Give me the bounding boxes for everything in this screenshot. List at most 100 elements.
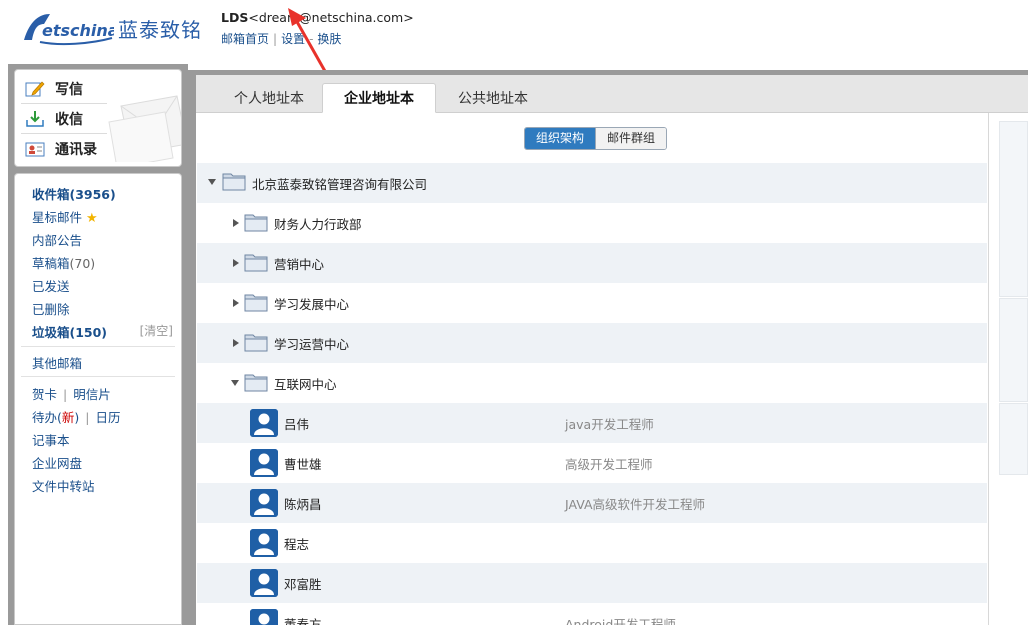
- tree-member-row[interactable]: 程志: [197, 523, 987, 563]
- user-avatar-icon: [250, 489, 278, 517]
- tree-member-row[interactable]: 曹世雄 高级开发工程师: [197, 443, 987, 483]
- user-name: LDS: [221, 10, 249, 25]
- member-title: 高级开发工程师: [565, 457, 653, 472]
- folder-icon: [244, 214, 268, 232]
- change-skin-link[interactable]: 换肤: [317, 32, 341, 46]
- receive-label: 收信: [55, 112, 83, 128]
- logo-text: 蓝泰致铭: [118, 17, 202, 42]
- user-identity: LDS<dream@netschina.com>: [221, 10, 414, 25]
- netdisk-link[interactable]: 企业网盘: [32, 453, 82, 472]
- department-label: 学习发展中心: [274, 297, 350, 312]
- nav-separator: |: [273, 32, 278, 46]
- folder-icon: [244, 374, 268, 392]
- folder-starred-label: 星标邮件: [32, 210, 83, 225]
- postcard-link[interactable]: 明信片: [73, 387, 111, 402]
- expand-arrow-icon[interactable]: [233, 299, 239, 307]
- tab-public[interactable]: 公共地址本: [440, 83, 546, 113]
- folder-drafts[interactable]: 草稿箱(70): [32, 253, 95, 272]
- contacts-button[interactable]: 通讯录: [25, 135, 97, 163]
- user-avatar-icon: [250, 409, 278, 437]
- mail-home-link[interactable]: 邮箱首页: [221, 32, 269, 46]
- calendar-link[interactable]: 日历: [96, 410, 121, 425]
- netschina-logo-icon: etschina: [24, 14, 114, 46]
- tab-personal[interactable]: 个人地址本: [216, 83, 322, 113]
- member-name: 曹世雄: [284, 457, 322, 472]
- divider: [21, 103, 107, 104]
- separator: |: [85, 410, 90, 425]
- org-tree: 北京蓝泰致铭管理咨询有限公司 财务人力行政部 营销中心 学习发展中心 学习运营中…: [197, 163, 987, 625]
- divider: [21, 346, 175, 347]
- member-name: 程志: [284, 537, 310, 552]
- member-name: 陈炳昌: [284, 497, 322, 512]
- notes-link[interactable]: 记事本: [32, 430, 70, 449]
- tree-department-row[interactable]: 学习运营中心: [197, 323, 987, 363]
- folder-sent[interactable]: 已发送: [32, 276, 70, 295]
- user-avatar-icon: [250, 449, 278, 477]
- quick-actions: 写信 收信 通讯录: [14, 69, 182, 167]
- folder-drafts-label: 草稿箱: [32, 256, 70, 271]
- compose-button[interactable]: 写信: [25, 75, 83, 103]
- user-avatar-icon: [250, 529, 278, 557]
- tree-member-row[interactable]: 陈炳昌 JAVA高级软件开发工程师: [197, 483, 987, 523]
- header-nav: 邮箱首页 | 设置 - 换肤: [221, 30, 341, 47]
- junk-clear-button[interactable]: [清空]: [140, 322, 173, 339]
- expand-arrow-icon[interactable]: [233, 259, 239, 267]
- tree-member-row[interactable]: 邓富胜: [197, 563, 987, 603]
- folder-notice[interactable]: 内部公告: [32, 230, 82, 249]
- folder-icon: [244, 294, 268, 312]
- right-panel-box: [999, 403, 1028, 475]
- tab-enterprise[interactable]: 企业地址本: [322, 83, 436, 113]
- org-structure-button[interactable]: 组织架构: [525, 128, 596, 149]
- address-book-tabs: 个人地址本 企业地址本 公共地址本: [196, 75, 1028, 113]
- tree-department-row[interactable]: 互联网中心: [197, 363, 987, 403]
- folder-icon: [222, 173, 246, 191]
- department-label: 学习运营中心: [274, 337, 350, 352]
- expand-arrow-icon[interactable]: [233, 219, 239, 227]
- member-name: 邓富胜: [284, 577, 322, 592]
- folder-deleted[interactable]: 已删除: [32, 299, 70, 318]
- tree-root-label: 北京蓝泰致铭管理咨询有限公司: [252, 177, 428, 192]
- tree-root-row[interactable]: 北京蓝泰致铭管理咨询有限公司: [197, 163, 987, 203]
- logo: etschina 蓝泰致铭: [20, 8, 202, 48]
- tree-department-row[interactable]: 财务人力行政部: [197, 203, 987, 243]
- drafts-count: (70): [69, 256, 96, 271]
- tree-member-row[interactable]: 董春方 Android开发工程师: [197, 603, 987, 625]
- todo-link[interactable]: 待办(新): [32, 410, 79, 425]
- folder-inbox[interactable]: 收件箱(3956): [32, 184, 116, 203]
- svg-text:etschina: etschina: [42, 21, 114, 40]
- member-name: 吕伟: [284, 417, 310, 432]
- folder-starred[interactable]: 星标邮件 ★: [32, 207, 98, 226]
- tree-department-row[interactable]: 营销中心: [197, 243, 987, 283]
- greeting-card-link[interactable]: 贺卡: [32, 387, 57, 402]
- collapse-arrow-icon[interactable]: [208, 179, 216, 185]
- separator: |: [63, 387, 68, 402]
- folder-junk[interactable]: 垃圾箱(150): [32, 322, 107, 341]
- envelope-decoration-icon: [108, 95, 181, 162]
- member-title: JAVA高级软件开发工程师: [565, 497, 706, 512]
- folder-icon: [244, 254, 268, 272]
- user-avatar-icon: [250, 569, 278, 597]
- expand-arrow-icon[interactable]: [233, 339, 239, 347]
- member-title: java开发工程师: [565, 417, 654, 432]
- star-icon: ★: [86, 211, 98, 226]
- header: etschina 蓝泰致铭 LDS<dream@netschina.com> 邮…: [0, 0, 1028, 81]
- member-name: 董春方: [284, 617, 322, 625]
- collapse-arrow-icon[interactable]: [231, 380, 239, 386]
- mail-group-button[interactable]: 邮件群组: [595, 128, 667, 149]
- tools-row-todo: 待办(新) | 日历: [32, 407, 121, 426]
- divider: [21, 376, 175, 377]
- right-panel-box: [999, 298, 1028, 402]
- folder-list: 收件箱(3956) 星标邮件 ★ 内部公告 草稿箱(70) 已发送 已删除 垃圾…: [14, 173, 182, 625]
- tools-row-cards: 贺卡 | 明信片: [32, 384, 111, 403]
- user-avatar-icon: [250, 609, 278, 625]
- tree-department-row[interactable]: 学习发展中心: [197, 283, 987, 323]
- folder-other[interactable]: 其他邮箱: [32, 353, 82, 372]
- file-transfer-link[interactable]: 文件中转站: [32, 476, 95, 495]
- folder-icon: [244, 334, 268, 352]
- compose-label: 写信: [55, 82, 83, 98]
- department-label: 互联网中心: [274, 377, 337, 392]
- contacts-label: 通讯录: [55, 142, 97, 158]
- receive-button[interactable]: 收信: [25, 105, 83, 133]
- settings-link[interactable]: 设置: [281, 32, 305, 46]
- tree-member-row[interactable]: 吕伟 java开发工程师: [197, 403, 987, 443]
